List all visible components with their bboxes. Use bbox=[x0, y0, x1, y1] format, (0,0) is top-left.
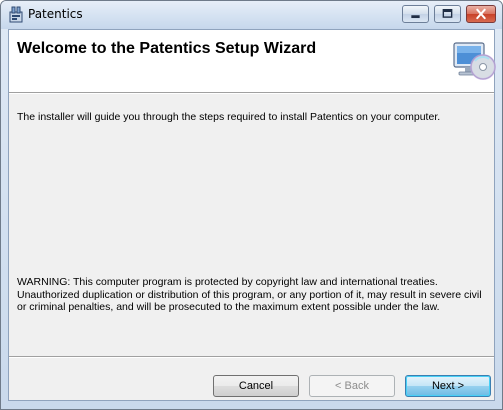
minimize-icon bbox=[411, 15, 420, 19]
maximize-icon bbox=[442, 9, 453, 18]
setup-window: Patentics Welcome to the Patentics Setup… bbox=[0, 0, 503, 410]
computer-cd-icon bbox=[453, 42, 496, 80]
intro-text: The installer will guide you through the… bbox=[17, 111, 441, 123]
window-title: Patentics bbox=[28, 7, 83, 21]
close-icon bbox=[476, 8, 486, 20]
wizard-client-area: Welcome to the Patentics Setup Wizard Th… bbox=[8, 29, 496, 401]
page-title: Welcome to the Patentics Setup Wizard bbox=[17, 40, 317, 57]
maximize-button[interactable] bbox=[434, 5, 461, 23]
footer-divider-highlight bbox=[9, 357, 494, 358]
cancel-button[interactable]: Cancel bbox=[213, 375, 299, 397]
back-button[interactable]: < Back bbox=[309, 375, 395, 397]
installer-app-icon bbox=[9, 6, 23, 23]
wizard-banner: Welcome to the Patentics Setup Wizard bbox=[9, 30, 496, 92]
close-button[interactable] bbox=[466, 5, 496, 23]
copyright-warning: WARNING: This computer program is protec… bbox=[17, 276, 482, 314]
banner-divider-highlight bbox=[9, 93, 494, 94]
next-button[interactable]: Next > bbox=[405, 375, 491, 397]
title-bar[interactable]: Patentics bbox=[1, 1, 502, 29]
minimize-button[interactable] bbox=[402, 5, 429, 23]
